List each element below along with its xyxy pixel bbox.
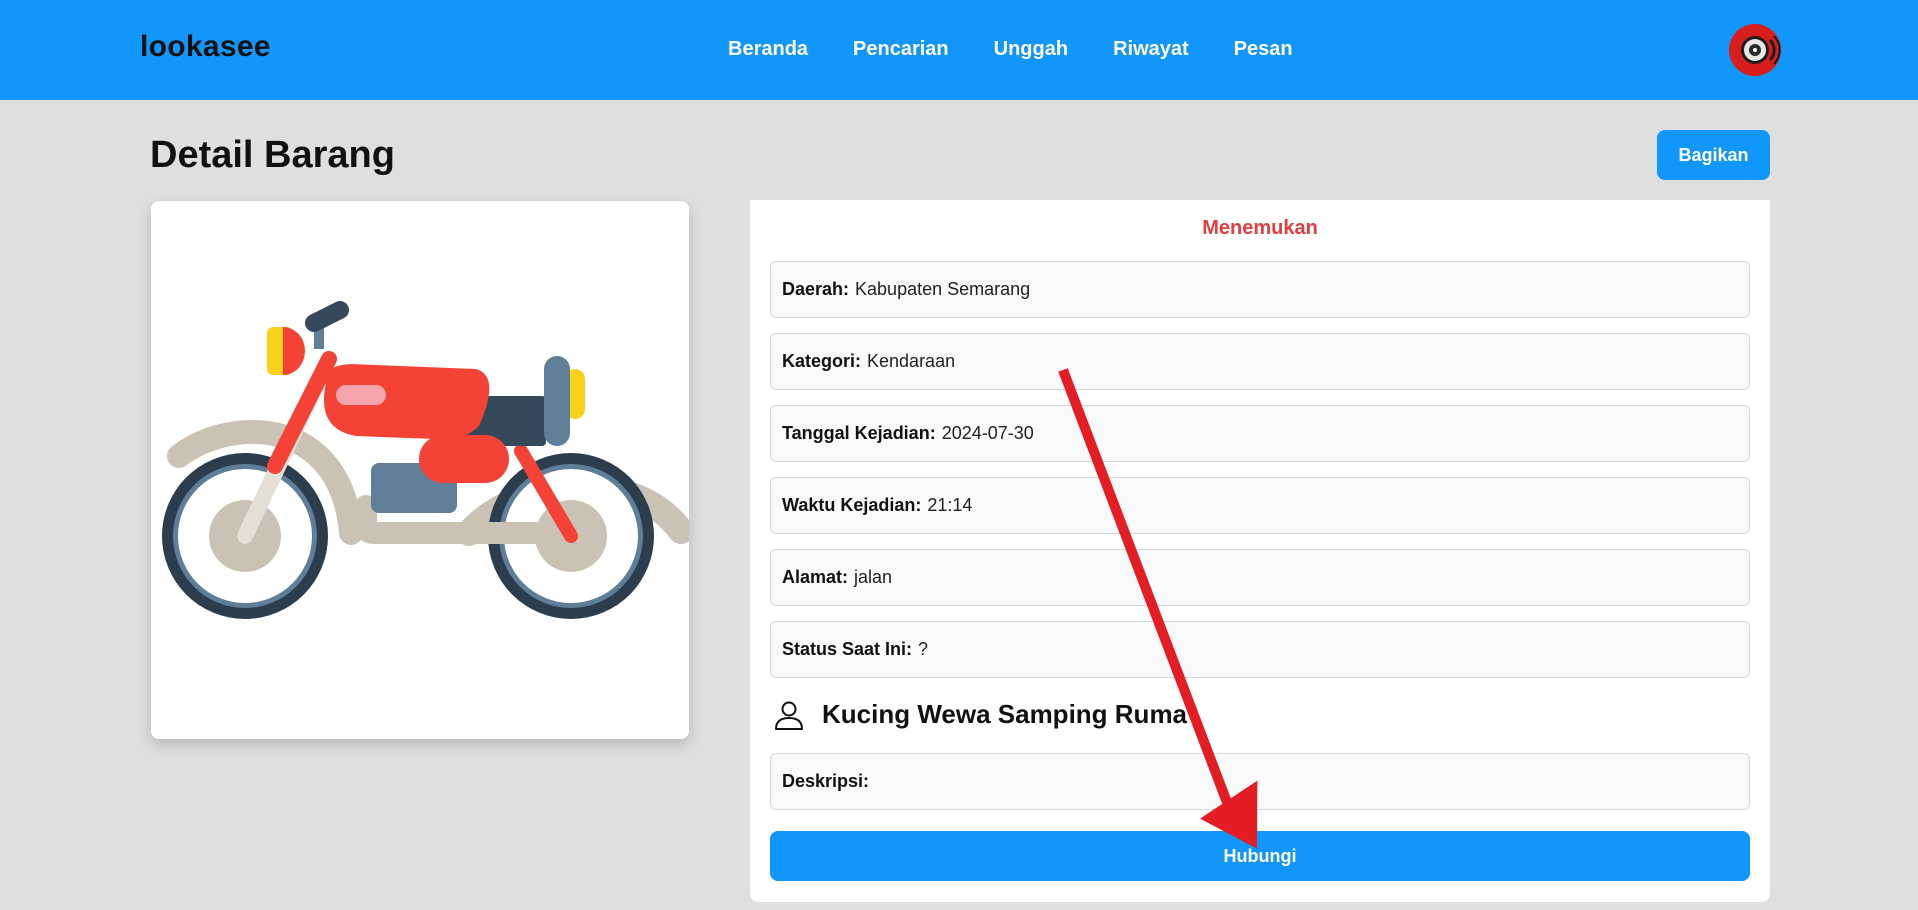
field-key: Kategori	[782, 351, 856, 371]
field-value: Kabupaten Semarang	[855, 279, 1031, 299]
page-title: Detail Barang	[150, 134, 395, 176]
brand-logo[interactable]: lookasee	[140, 30, 271, 64]
status-label: Menemukan	[1202, 217, 1318, 239]
nav-link-pencarian[interactable]: Pencarian	[853, 38, 949, 61]
share-button[interactable]: Bagikan	[1657, 130, 1770, 180]
field-value: 21:14	[927, 495, 973, 515]
field-daerah: Daerah: Kabupaten Semarang	[770, 261, 1750, 318]
nav-link-pesan[interactable]: Pesan	[1234, 38, 1293, 61]
field-value: Kendaraan	[867, 351, 956, 371]
field-alamat: Alamat: jalan	[770, 549, 1750, 606]
field-key: Alamat	[782, 567, 843, 587]
top-navbar: lookasee Beranda Pencarian Unggah Riwaya…	[0, 0, 1918, 100]
field-deskripsi: Deskripsi:	[770, 753, 1750, 810]
vinyl-record-avatar-icon	[1729, 24, 1781, 76]
field-value: 2024-07-30	[941, 423, 1034, 443]
user-avatar[interactable]	[1729, 24, 1781, 76]
finder-name: Kucing Wewa Samping Ruma	[822, 699, 1188, 729]
field-status-saat-ini: Status Saat Ini:?	[770, 621, 1750, 678]
field-value: jalan	[854, 567, 893, 587]
field-key: Daerah	[782, 279, 844, 299]
contact-button[interactable]: Hubungi	[770, 831, 1750, 881]
nav-link-beranda[interactable]: Beranda	[728, 38, 808, 61]
field-key: Status Saat Ini	[782, 639, 907, 659]
finder-info: Kucing Wewa Samping Ruma	[774, 699, 1187, 730]
field-kategori: Kategori: Kendaraan	[770, 333, 1750, 390]
field-key: Deskripsi	[782, 771, 864, 791]
nav-link-unggah[interactable]: Unggah	[994, 38, 1068, 61]
field-key: Tanggal Kejadian	[782, 423, 930, 443]
main-nav: Beranda Pencarian Unggah Riwayat Pesan	[728, 38, 1293, 61]
field-key: Waktu Kejadian	[782, 495, 916, 515]
nav-link-riwayat[interactable]: Riwayat	[1113, 38, 1189, 61]
field-waktu-kejadian: Waktu Kejadian:21:14	[770, 477, 1750, 534]
motorcycle-icon	[162, 301, 694, 619]
item-detail-card: Menemukan Daerah: Kabupaten Semarang Kate…	[750, 200, 1770, 902]
field-tanggal-kejadian: Tanggal Kejadian:2024-07-30	[770, 405, 1750, 462]
user-icon	[775, 701, 803, 730]
item-image-card	[151, 201, 694, 739]
field-value: ?	[918, 639, 929, 659]
